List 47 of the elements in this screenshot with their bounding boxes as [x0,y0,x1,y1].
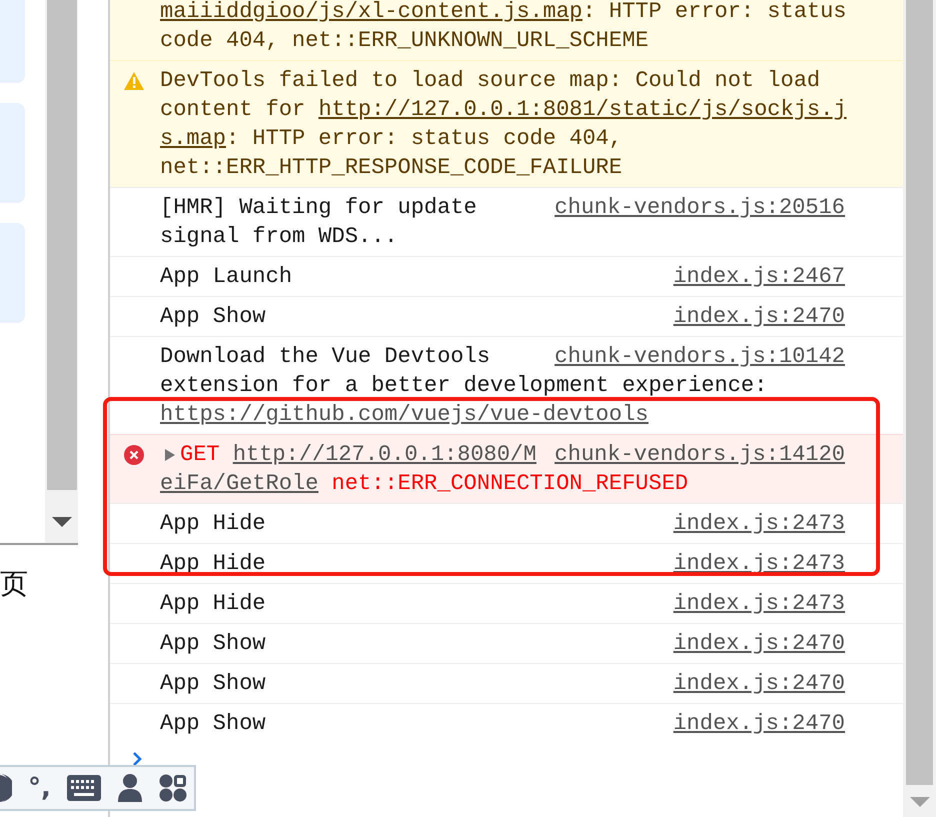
console-message: App Show [160,303,266,331]
console-message: App Hide [160,550,266,578]
url-link[interactable]: eiFa/GetRole [160,471,318,496]
console-message: GET http://127.0.0.1:8080/M [180,441,536,469]
console-message: DevTools failed to load source map: Could not load [160,67,820,95]
console-message: eiFa/GetRole net::ERR_CONNECTION_REFUSED [160,470,688,498]
source-link[interactable]: chunk-vendors.js:20516 [544,193,845,222]
scroll-down-icon[interactable] [52,517,72,527]
source-link[interactable]: index.js:2473 [663,589,845,618]
url-link[interactable]: s.map [160,126,226,151]
url-link[interactable]: http://127.0.0.1:8081/static/js/sockjs.j [318,97,847,122]
console-message: signal from WDS... [160,223,398,251]
source-link[interactable]: chunk-vendors.js:10142 [544,342,845,371]
console-message: Download the Vue Devtools [160,343,490,371]
url-link[interactable]: maiiiddgioo/js/xl-content.js.map [160,0,582,24]
scrollbar[interactable] [903,0,936,817]
console-message: App Show [160,670,266,698]
console-message: App Show [160,630,266,658]
source-link[interactable]: index.js:2467 [663,262,845,291]
console-message: code 404, net::ERR_UNKNOWN_URL_SCHEME [160,27,648,55]
console-message: App Hide [160,510,266,538]
source-link[interactable]: chunk-vendors.js:14120 [544,440,845,469]
punctuation-toggle[interactable]: °, [28,773,51,803]
console-message: extension for a better development experience: [160,372,768,400]
keyboard-icon[interactable] [66,775,101,801]
source-link[interactable]: index.js:2473 [663,549,845,578]
grid-icon[interactable] [158,774,187,802]
prompt-icon [132,752,142,766]
console-message: s.map: HTTP error: status code 404, [160,125,622,153]
console-message: content for http://127.0.0.1:8081/static/js/sockjs.j [160,96,847,124]
source-link[interactable]: index.js:2473 [663,509,845,538]
source-link[interactable]: index.js:2470 [663,669,845,698]
source-link[interactable]: index.js:2470 [663,629,845,658]
source-link[interactable]: index.js:2470 [663,709,845,738]
moon-icon[interactable] [0,773,12,803]
url-link[interactable]: https://github.com/vuejs/vue-devtools [160,402,648,427]
console-message: maiiiddgioo/js/xl-content.js.map: HTTP error: status [160,0,847,26]
scrollbar[interactable] [45,0,78,543]
source-link[interactable]: index.js:2470 [663,302,845,331]
url-link[interactable]: http://127.0.0.1:8080/M [232,442,536,467]
console-message: net::ERR_HTTP_RESPONSE_CODE_FAILURE [160,154,622,182]
console-message: App Launch [160,263,292,291]
page-label: 页 [0,566,28,602]
console-message: [HMR] Waiting for update [160,194,477,222]
person-icon[interactable] [116,773,143,803]
console-message: App Hide [160,590,266,618]
console-message: App Show [160,710,266,738]
